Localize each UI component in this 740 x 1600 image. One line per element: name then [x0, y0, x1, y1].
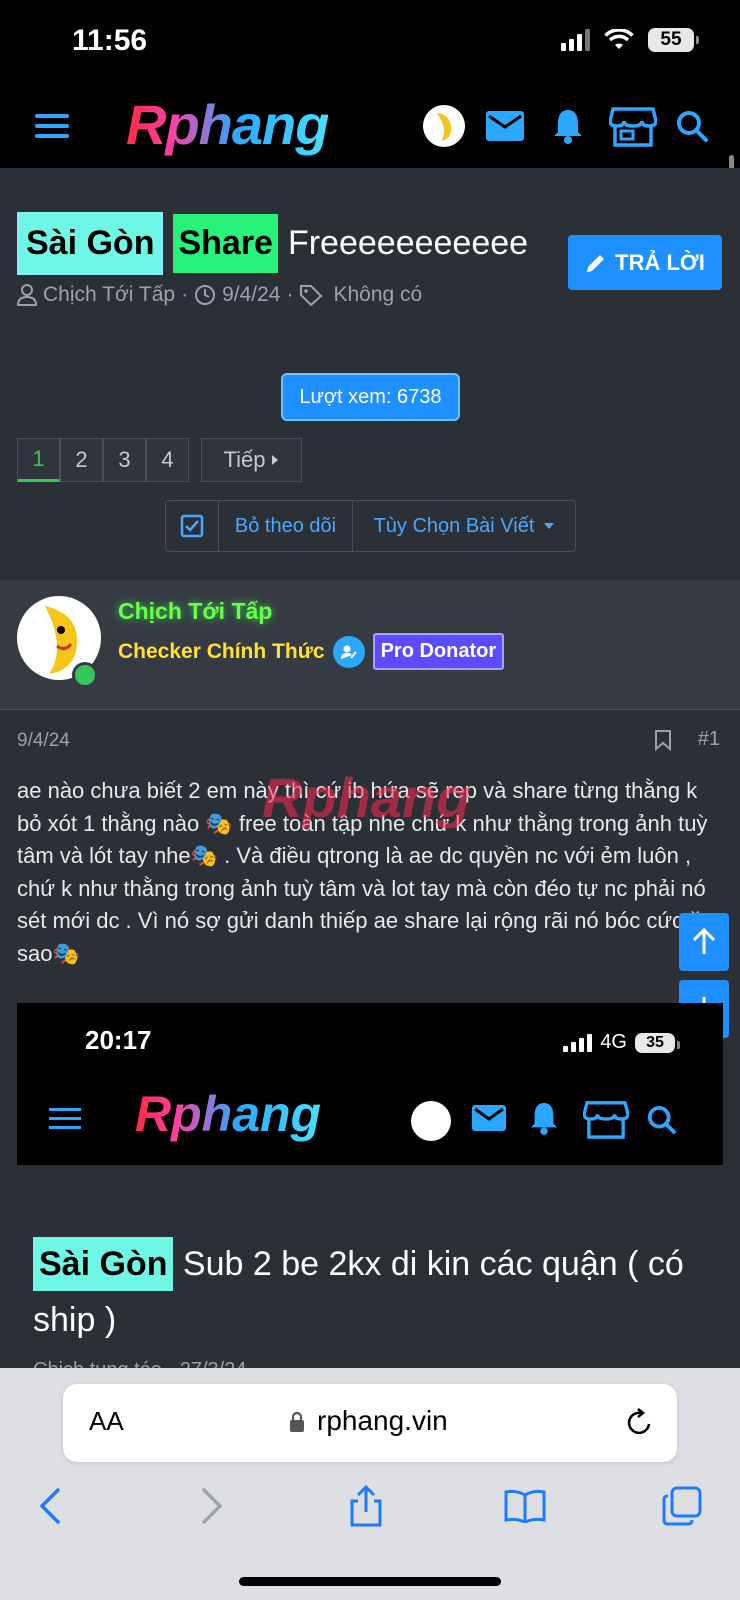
verified-icon — [332, 635, 365, 668]
embedded-bell-icon — [530, 1103, 558, 1135]
thread-meta: Chịch Tới Tấp · 9/4/24 · Không có — [17, 283, 422, 307]
pagination: 1 2 3 4 Tiếp — [17, 438, 302, 482]
forward-icon[interactable] — [190, 1484, 234, 1528]
embedded-search-icon — [647, 1105, 677, 1135]
post-username[interactable]: Chịch Tới Tấp — [118, 598, 272, 625]
back-icon[interactable] — [28, 1484, 72, 1528]
url-text[interactable]: rphang.vin — [317, 1405, 448, 1437]
share-icon[interactable] — [344, 1484, 388, 1528]
post-message: ae nào chưa biết 2 em này thì cứ ib hứa … — [17, 778, 714, 966]
post-options-dropdown[interactable]: Tùy Chọn Bài Viết — [353, 501, 575, 551]
post-number[interactable]: #1 — [698, 728, 720, 751]
embedded-store-icon — [583, 1101, 629, 1139]
page-4[interactable]: 4 — [146, 438, 189, 482]
site-navbar — [0, 84, 740, 168]
embedded-thread-title: Sài Gòn Sub 2 be 2kx di kin các quận ( c… — [33, 1236, 713, 1348]
user-title-text: Checker Chính Thức — [118, 639, 325, 663]
embedded-navbar: Rphang — [17, 1073, 723, 1165]
prefix-tag-saigon[interactable]: Sài Gòn — [17, 212, 164, 275]
embedded-status-bar: 20:17 4G 35 — [17, 1003, 723, 1073]
views-badge: Lượt xem: 6738 — [281, 373, 460, 421]
thread-date[interactable]: 9/4/24 — [222, 283, 280, 307]
pencil-icon — [587, 254, 605, 272]
cellular-signal-icon — [561, 29, 590, 51]
pro-donator-badge: Pro Donator — [372, 633, 505, 670]
scroll-top-button[interactable] — [679, 913, 729, 971]
embedded-meta: Chịch tung tóe · 27/3/24 — [33, 1359, 246, 1368]
next-page-label: Tiếp — [223, 447, 266, 472]
next-page-button[interactable]: Tiếp — [201, 438, 302, 482]
embedded-time: 20:17 — [85, 1025, 152, 1055]
post-options-label: Tùy Chọn Bài Viết — [373, 514, 535, 537]
status-time: 11:56 — [72, 24, 148, 57]
thread-author[interactable]: Chịch Tới Tấp — [43, 283, 175, 307]
mail-icon[interactable] — [485, 102, 525, 150]
bookmark-icon[interactable] — [654, 729, 672, 751]
embedded-prefix-tag: Sài Gòn — [33, 1237, 174, 1291]
page-1[interactable]: 1 — [17, 438, 60, 482]
thread-actions: Bỏ theo dõi Tùy Chọn Bài Viết — [165, 500, 576, 552]
post-user-title: Checker Chính Thức Pro Donator — [118, 633, 505, 670]
user-icon — [17, 284, 37, 306]
thread-title: Sài Gòn Share Freeeeeeeeeee — [17, 212, 528, 275]
embedded-battery-icon: 35 — [635, 1032, 680, 1053]
store-icon[interactable] — [608, 102, 658, 150]
unwatch-button[interactable]: Bỏ theo dõi — [219, 501, 353, 551]
lock-icon — [290, 1411, 304, 1432]
status-indicators: 55 — [561, 28, 699, 52]
embedded-screenshot-image[interactable]: 20:17 4G 35 Rphang Sài Gòn Sub 2 be 2kx … — [17, 1003, 723, 1368]
embedded-menu-icon — [49, 1108, 81, 1129]
thread-title-text: Freeeeeeeeeee — [287, 224, 529, 262]
status-bar: 11:56 55 — [0, 0, 740, 84]
reader-settings-button[interactable]: AA — [89, 1406, 124, 1437]
menu-icon[interactable] — [30, 102, 74, 150]
thread-tags: Không có — [333, 283, 423, 306]
home-indicator — [239, 1577, 501, 1586]
post-date[interactable]: 9/4/24 — [17, 730, 70, 752]
bell-icon[interactable] — [548, 102, 588, 150]
embedded-status-indicators: 4G 35 — [563, 1031, 680, 1054]
arrow-up-icon — [692, 928, 716, 954]
checkbox-icon — [180, 514, 204, 538]
embedded-logo: Rphang — [135, 1086, 322, 1142]
select-checkbox[interactable] — [166, 501, 219, 551]
page-3[interactable]: 3 — [103, 438, 146, 482]
caret-down-icon — [544, 523, 555, 529]
post-controls: #1 — [654, 728, 720, 751]
user-avatar[interactable] — [421, 102, 467, 150]
wifi-icon — [604, 29, 634, 49]
embedded-network: 4G — [600, 1031, 627, 1053]
page-2[interactable]: 2 — [60, 438, 103, 482]
tabs-icon[interactable] — [660, 1484, 704, 1528]
battery-icon: 55 — [648, 28, 699, 52]
clock-icon — [195, 285, 216, 305]
site-logo[interactable]: Rphang — [126, 92, 329, 157]
embedded-mail-icon — [472, 1105, 506, 1131]
tags-icon — [300, 285, 323, 306]
search-icon[interactable] — [672, 102, 712, 150]
online-status-icon — [72, 662, 98, 688]
prefix-tag-share[interactable]: Share — [173, 214, 278, 273]
caret-right-icon — [272, 455, 279, 465]
embedded-signal-icon — [563, 1033, 593, 1052]
bookmarks-icon[interactable] — [503, 1484, 547, 1528]
embedded-avatar — [411, 1101, 451, 1141]
reply-label: TRẢ LỜI — [615, 249, 705, 275]
reload-icon[interactable] — [625, 1407, 653, 1437]
reply-button[interactable]: TRẢ LỜI — [568, 235, 722, 290]
